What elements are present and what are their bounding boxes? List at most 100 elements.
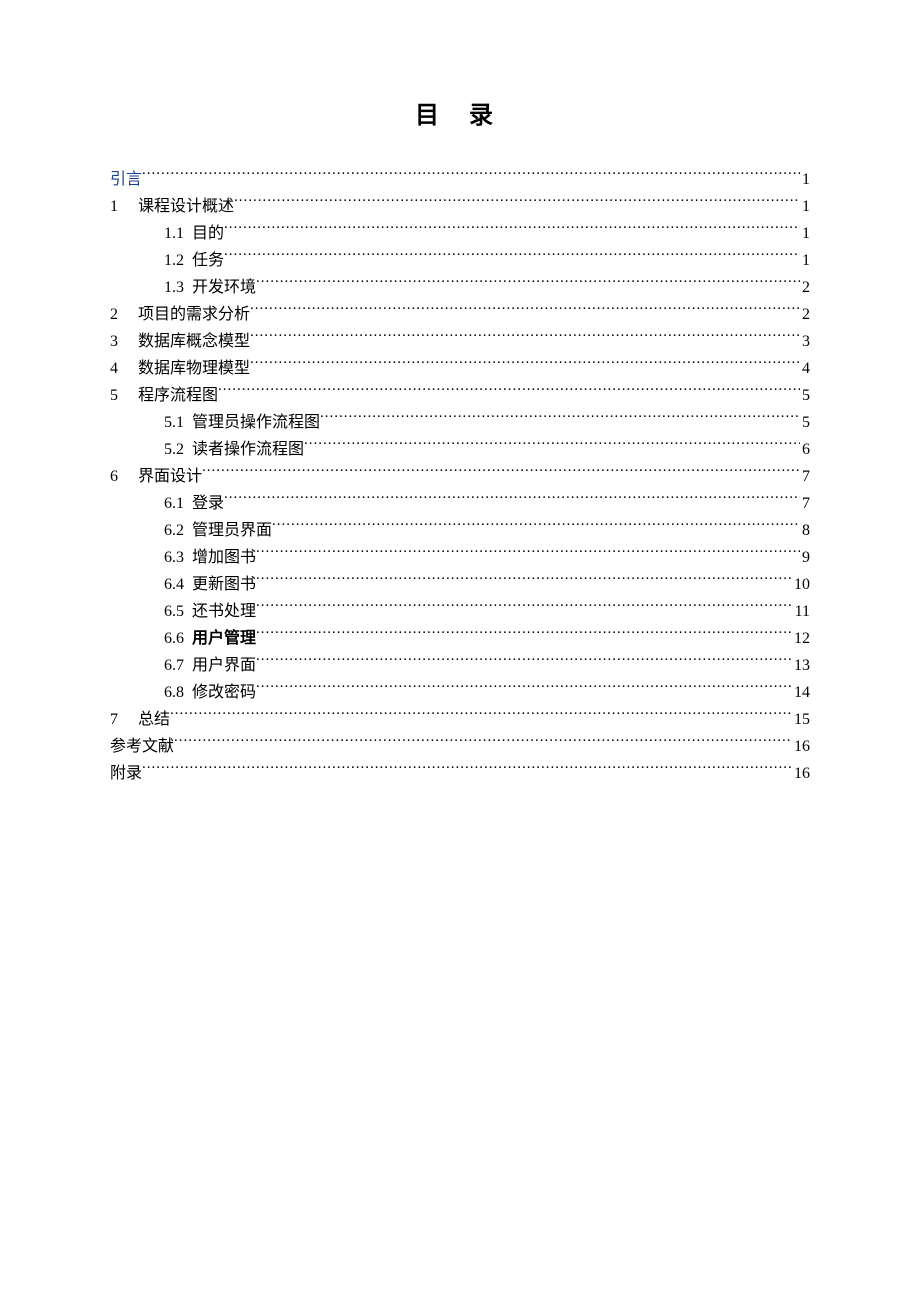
- toc-entry-number: 7: [110, 706, 138, 733]
- toc-leader-dots: [224, 492, 800, 508]
- toc-entry-page: 16: [792, 733, 810, 760]
- toc-entry-number: 1.1: [164, 220, 192, 247]
- toc-entry-label: 目的: [192, 220, 224, 247]
- toc-leader-dots: [256, 600, 793, 616]
- toc-entry-label: 登录: [192, 490, 224, 517]
- toc-entry-number: 6: [110, 463, 138, 490]
- toc-entry[interactable]: 6界面设计 7: [110, 463, 810, 490]
- toc-entry[interactable]: 6.8修改密码14: [110, 679, 810, 706]
- toc-entry-number: 4: [110, 355, 138, 382]
- toc-entry-label: 课程设计概述: [138, 193, 234, 220]
- toc-entry-number: 1: [110, 193, 138, 220]
- toc-entry[interactable]: 6.7用户界面13: [110, 652, 810, 679]
- toc-leader-dots: [202, 465, 800, 481]
- toc-entry[interactable]: 引言 1: [110, 166, 810, 193]
- toc-entry-label: 管理员操作流程图: [192, 409, 320, 436]
- toc-leader-dots: [256, 276, 800, 292]
- toc-entry-page: 1: [800, 166, 810, 193]
- toc-entry-page: 16: [792, 760, 810, 787]
- toc-entry-page: 8: [800, 517, 810, 544]
- toc-entry-label: 附录: [110, 760, 142, 787]
- toc-entry-number: 2: [110, 301, 138, 328]
- toc-entry[interactable]: 6.2管理员界面8: [110, 517, 810, 544]
- toc-entry-number: 3: [110, 328, 138, 355]
- toc-entry-number: 1.3: [164, 274, 192, 301]
- toc-title: 目 录: [110, 95, 810, 130]
- toc-entry-page: 2: [800, 274, 810, 301]
- toc-entry-number: 6.3: [164, 544, 192, 571]
- toc-entry[interactable]: 附录 16: [110, 760, 810, 787]
- toc-leader-dots: [250, 303, 800, 319]
- toc-entry-page: 5: [800, 409, 810, 436]
- toc-entry[interactable]: 6.5还书处理11: [110, 598, 810, 625]
- toc-entry-page: 7: [800, 463, 810, 490]
- toc-leader-dots: [218, 384, 800, 400]
- toc-leader-dots: [250, 330, 800, 346]
- toc-entry-number: 5: [110, 382, 138, 409]
- toc-leader-dots: [142, 762, 792, 778]
- toc-entry[interactable]: 1.1目的 1: [110, 220, 810, 247]
- toc-entry[interactable]: 1.2任务1: [110, 247, 810, 274]
- toc-entry-page: 9: [800, 544, 810, 571]
- toc-entry-page: 1: [800, 220, 810, 247]
- toc-entry-page: 1: [800, 193, 810, 220]
- toc-entry[interactable]: 5.1管理员操作流程图 5: [110, 409, 810, 436]
- toc-entry-page: 5: [800, 382, 810, 409]
- toc-entry-number: 6.1: [164, 490, 192, 517]
- toc-entry-label: 总结: [138, 706, 170, 733]
- toc-entry[interactable]: 1课程设计概述1: [110, 193, 810, 220]
- toc-leader-dots: [142, 168, 800, 184]
- toc-leader-dots: [256, 654, 792, 670]
- toc-entry[interactable]: 4数据库物理模型4: [110, 355, 810, 382]
- toc-leader-dots: [272, 519, 800, 535]
- toc-leader-dots: [256, 627, 792, 643]
- toc-entry-label: 数据库概念模型: [138, 328, 250, 355]
- toc-entry-page: 2: [800, 301, 810, 328]
- toc-entry[interactable]: 6.3增加图书 9: [110, 544, 810, 571]
- toc-entry-label: 更新图书: [192, 571, 256, 598]
- toc-leader-dots: [304, 438, 800, 454]
- toc-entry-label: 参考文献: [110, 733, 174, 760]
- toc-entry[interactable]: 参考文献 16: [110, 733, 810, 760]
- toc-entry[interactable]: 2项目的需求分析2: [110, 301, 810, 328]
- toc-entry[interactable]: 6.1登录7: [110, 490, 810, 517]
- toc-entry[interactable]: 7总结15: [110, 706, 810, 733]
- toc-entry[interactable]: 3数据库概念模型3: [110, 328, 810, 355]
- toc-leader-dots: [250, 357, 800, 373]
- toc-entry-page: 13: [792, 652, 810, 679]
- toc-entry-label: 数据库物理模型: [138, 355, 250, 382]
- toc-entry-label: 管理员界面: [192, 517, 272, 544]
- toc-entry-label: 增加图书: [192, 544, 256, 571]
- toc-entry-page: 3: [800, 328, 810, 355]
- toc-entry[interactable]: 5程序流程图5: [110, 382, 810, 409]
- toc-entry-page: 12: [792, 625, 810, 652]
- toc-entry[interactable]: 6.6用户管理 12: [110, 625, 810, 652]
- toc-entry[interactable]: 1.3开发环境2: [110, 274, 810, 301]
- toc-entry-label: 修改密码: [192, 679, 256, 706]
- toc-entry-page: 4: [800, 355, 810, 382]
- toc-leader-dots: [256, 546, 800, 562]
- toc-leader-dots: [224, 249, 800, 265]
- toc-entry[interactable]: 5.2读者操作流程图6: [110, 436, 810, 463]
- toc-leader-dots: [224, 222, 800, 238]
- toc-entry-label: 界面设计: [138, 463, 202, 490]
- toc-entry-number: 6.7: [164, 652, 192, 679]
- toc-entry[interactable]: 6.4更新图书10: [110, 571, 810, 598]
- toc-entry-label: 用户管理: [192, 625, 256, 652]
- toc-entry-label: 程序流程图: [138, 382, 218, 409]
- toc-leader-dots: [234, 195, 800, 211]
- toc-entry-page: 11: [793, 598, 810, 625]
- toc-entry-number: 6.4: [164, 571, 192, 598]
- toc-entry-page: 1: [800, 247, 810, 274]
- toc-entry-label: 项目的需求分析: [138, 301, 250, 328]
- toc-entry-number: 5.1: [164, 409, 192, 436]
- toc-entry-number: 6.6: [164, 625, 192, 652]
- toc-leader-dots: [170, 708, 792, 724]
- toc-entry-page: 14: [792, 679, 810, 706]
- toc-entry-label: 读者操作流程图: [192, 436, 304, 463]
- toc-leader-dots: [256, 573, 792, 589]
- toc-entry-label: 引言: [110, 166, 142, 193]
- toc-leader-dots: [174, 735, 792, 751]
- toc-leader-dots: [256, 681, 792, 697]
- toc-entry-label: 任务: [192, 247, 224, 274]
